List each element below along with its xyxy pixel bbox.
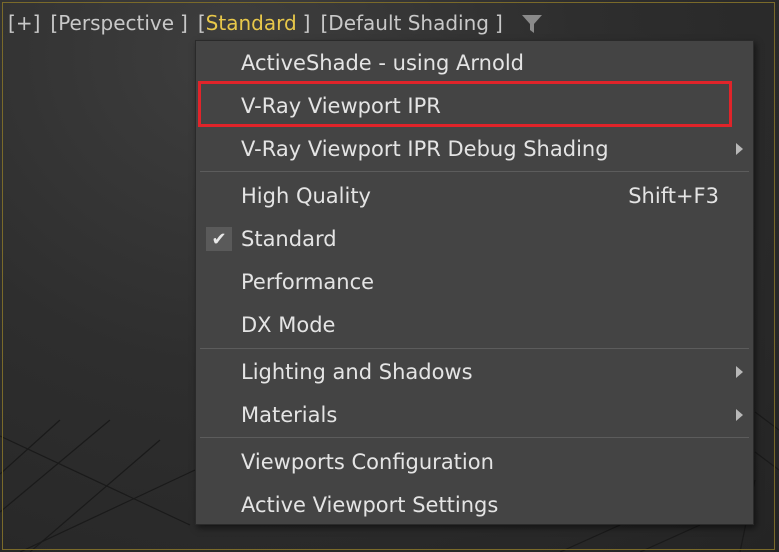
menu-item-vray-viewport-ipr[interactable]: V-Ray Viewport IPR (196, 87, 753, 125)
close-bracket: ] (32, 11, 41, 35)
menu-item-lighting-and-shadows[interactable]: Lighting and Shadows (196, 353, 753, 391)
close-bracket: ] (180, 11, 188, 35)
open-bracket: [ (8, 11, 16, 35)
menu-item-label: ActiveShade - using Arnold (241, 51, 524, 75)
chevron-right-icon (736, 143, 743, 155)
menu-item-label: Performance (241, 270, 375, 294)
viewport-shading-label[interactable]: [Default Shading] (320, 11, 502, 35)
menu-item-viewports-configuration[interactable]: Viewports Configuration (196, 443, 753, 481)
menu-separator (200, 171, 749, 172)
viewport-mode-menu: ActiveShade - using Arnold V-Ray Viewpor… (195, 40, 754, 525)
menu-item-dx-mode[interactable]: DX Mode (196, 306, 753, 344)
menu-item-active-viewport-settings[interactable]: Active Viewport Settings (196, 486, 753, 524)
chevron-right-icon (736, 366, 743, 378)
menu-item-materials[interactable]: Materials (196, 396, 753, 434)
menu-item-label: V-Ray Viewport IPR (241, 94, 441, 118)
menu-item-performance[interactable]: Performance (196, 263, 753, 301)
chevron-right-icon (736, 409, 743, 421)
menu-item-shortcut: Shift+F3 (628, 184, 719, 208)
menu-item-label: DX Mode (241, 313, 336, 337)
viewport-plus-menu[interactable]: [+] (8, 11, 40, 35)
view-label-text: Perspective (58, 11, 175, 35)
viewport-mode-label[interactable]: [Standard] (198, 11, 311, 35)
viewport-label-bar: [+] [Perspective] [Standard] [Default Sh… (8, 9, 543, 37)
plus-label: + (15, 11, 33, 35)
mode-label-text: Standard (205, 11, 297, 35)
menu-item-label: Active Viewport Settings (241, 493, 499, 517)
filter-icon[interactable] (521, 13, 543, 35)
menu-item-activeshade-arnold[interactable]: ActiveShade - using Arnold (196, 44, 753, 82)
close-bracket: ] (302, 11, 311, 35)
menu-item-label: Viewports Configuration (241, 450, 494, 474)
menu-item-high-quality[interactable]: High Quality Shift+F3 (196, 177, 753, 215)
menu-item-label: V-Ray Viewport IPR Debug Shading (241, 137, 609, 161)
open-bracket: [ (197, 11, 206, 35)
menu-separator (200, 437, 749, 438)
menu-separator (200, 348, 749, 349)
shading-label-text: Default Shading (328, 11, 489, 35)
viewport[interactable]: [+] [Perspective] [Standard] [Default Sh… (0, 0, 779, 552)
menu-item-label: Lighting and Shadows (241, 360, 473, 384)
menu-item-label: Materials (241, 403, 338, 427)
menu-item-label: High Quality (241, 184, 371, 208)
checkmark-icon: ✔ (206, 227, 232, 251)
menu-item-label: Standard (241, 227, 337, 251)
close-bracket: ] (494, 11, 503, 35)
viewport-view-label[interactable]: [Perspective] (50, 11, 187, 35)
menu-item-vray-ipr-debug-shading[interactable]: V-Ray Viewport IPR Debug Shading (196, 130, 753, 168)
menu-item-standard[interactable]: ✔ Standard (196, 220, 753, 258)
